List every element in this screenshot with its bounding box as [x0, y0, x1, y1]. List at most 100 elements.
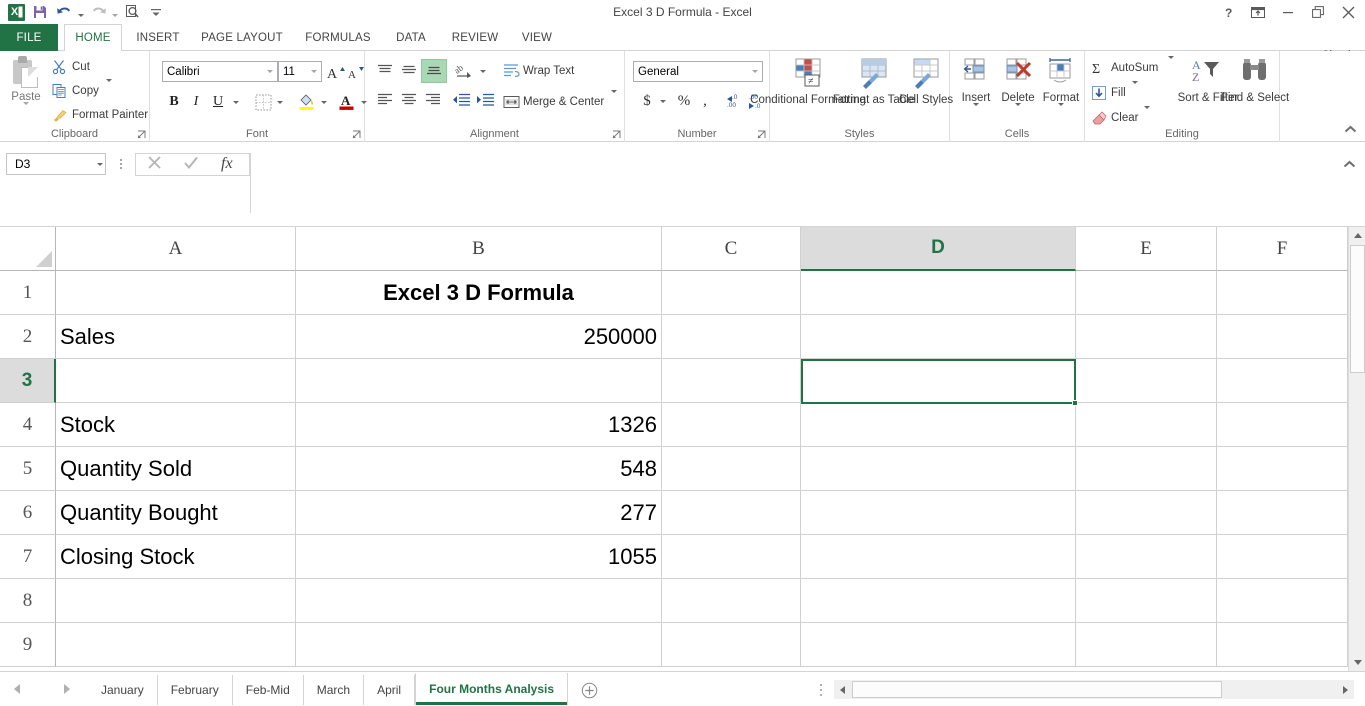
- cut-button[interactable]: Cut: [52, 57, 90, 77]
- cell-d7[interactable]: [801, 535, 1076, 579]
- fill-button[interactable]: Fill: [1091, 83, 1138, 103]
- ribbon-display-options-icon[interactable]: [1243, 1, 1273, 23]
- row-header-4[interactable]: 4: [0, 403, 56, 447]
- cell-d8[interactable]: [801, 579, 1076, 623]
- column-header-b[interactable]: B: [296, 227, 662, 271]
- formula-input[interactable]: [250, 153, 1363, 213]
- name-box[interactable]: D3: [6, 153, 106, 175]
- horizontal-scrollbar[interactable]: [834, 680, 1354, 699]
- cell-f5[interactable]: [1217, 447, 1348, 491]
- cell-c1[interactable]: [662, 271, 801, 315]
- fill-color-dropdown-icon[interactable]: [318, 95, 330, 109]
- confirm-icon[interactable]: [182, 154, 200, 176]
- customize-quick-access-toolbar-icon[interactable]: [144, 1, 168, 23]
- row-header-6[interactable]: 6: [0, 491, 56, 535]
- find-select-button[interactable]: Find & Select: [1231, 57, 1279, 105]
- column-header-a[interactable]: A: [56, 227, 296, 271]
- column-header-c[interactable]: C: [662, 227, 801, 271]
- cell-c5[interactable]: [662, 447, 801, 491]
- row-header-3[interactable]: 3: [0, 359, 56, 403]
- ribbon-tab-file[interactable]: FILE: [0, 24, 58, 51]
- currency-dropdown-icon[interactable]: [657, 94, 669, 108]
- horizontal-scroll-thumb[interactable]: [852, 681, 1222, 698]
- ribbon-tab-page-layout[interactable]: PAGE LAYOUT: [194, 24, 290, 51]
- sheet-tab-march[interactable]: March: [304, 675, 364, 705]
- cell-e9[interactable]: [1076, 623, 1217, 667]
- row-header-2[interactable]: 2: [0, 315, 56, 359]
- save-icon[interactable]: [28, 1, 52, 23]
- fill-color-button[interactable]: [296, 89, 318, 113]
- cell-c7[interactable]: [662, 535, 801, 579]
- insert-function-icon[interactable]: fx: [219, 153, 239, 177]
- print-preview-icon[interactable]: [120, 1, 144, 23]
- scroll-down-button[interactable]: [1349, 654, 1365, 671]
- autosum-button[interactable]: Σ AutoSum: [1091, 58, 1174, 78]
- scroll-right-button[interactable]: [1337, 680, 1354, 699]
- cell-a8[interactable]: [56, 579, 296, 623]
- sheet-tab-feb-mid[interactable]: Feb-Mid: [233, 675, 304, 705]
- cell-c8[interactable]: [662, 579, 801, 623]
- delete-cells-button[interactable]: Delete: [998, 57, 1038, 124]
- scroll-left-button[interactable]: [834, 680, 851, 699]
- decrease-indent-button[interactable]: [449, 89, 473, 111]
- fill-handle[interactable]: [1072, 400, 1078, 406]
- cell-e1[interactable]: [1076, 271, 1217, 315]
- column-header-f[interactable]: F: [1217, 227, 1348, 271]
- collapse-ribbon-icon[interactable]: [1341, 121, 1359, 137]
- cell-a3[interactable]: [56, 359, 296, 403]
- help-icon[interactable]: ?: [1213, 1, 1243, 23]
- redo-dropdown-icon[interactable]: [110, 1, 120, 23]
- cell-b4[interactable]: 1326: [296, 403, 662, 447]
- cell-e2[interactable]: [1076, 315, 1217, 359]
- orientation-button[interactable]: ab: [453, 60, 477, 82]
- cell-f4[interactable]: [1217, 403, 1348, 447]
- clear-button[interactable]: Clear: [1091, 108, 1150, 128]
- format-as-table-button[interactable]: Format as Table: [846, 57, 902, 107]
- scroll-up-button[interactable]: [1349, 227, 1365, 244]
- font-size-input[interactable]: 11: [278, 61, 322, 82]
- cell-b7[interactable]: 1055: [296, 535, 662, 579]
- cell-c2[interactable]: [662, 315, 801, 359]
- name-box-dropdown-icon[interactable]: [97, 154, 103, 174]
- row-header-5[interactable]: 5: [0, 447, 56, 491]
- underline-dropdown-icon[interactable]: [230, 95, 242, 109]
- bold-button[interactable]: B: [164, 91, 184, 113]
- increase-font-size-button[interactable]: A: [326, 61, 346, 82]
- font-dialog-launcher-icon[interactable]: [352, 130, 361, 139]
- select-all-button[interactable]: [0, 227, 56, 271]
- decrease-font-size-button[interactable]: A: [346, 61, 366, 82]
- percent-style-button[interactable]: %: [673, 89, 695, 113]
- ribbon-tab-view[interactable]: VIEW: [514, 24, 560, 51]
- undo-icon[interactable]: [52, 1, 76, 23]
- font-size-dropdown-icon[interactable]: [306, 62, 321, 81]
- cell-e6[interactable]: [1076, 491, 1217, 535]
- cell-d4[interactable]: [801, 403, 1076, 447]
- cell-e5[interactable]: [1076, 447, 1217, 491]
- cell-a6[interactable]: Quantity Bought: [56, 491, 296, 535]
- cell-d9[interactable]: [801, 623, 1076, 667]
- cell-f9[interactable]: [1217, 623, 1348, 667]
- merge-center-button[interactable]: Merge & Center: [503, 92, 617, 112]
- cell-a4[interactable]: Stock: [56, 403, 296, 447]
- cell-b5[interactable]: 548: [296, 447, 662, 491]
- copy-button[interactable]: Copy: [52, 81, 112, 101]
- autosum-dropdown-icon[interactable]: [1168, 59, 1174, 77]
- cell-c9[interactable]: [662, 623, 801, 667]
- expand-formula-bar-icon[interactable]: [1335, 154, 1363, 174]
- sheet-tab-february[interactable]: February: [158, 675, 233, 705]
- orientation-dropdown-icon[interactable]: [477, 64, 489, 78]
- borders-button[interactable]: [252, 91, 274, 113]
- cell-f3[interactable]: [1217, 359, 1348, 403]
- cell-e4[interactable]: [1076, 403, 1217, 447]
- font-name-dropdown-icon[interactable]: [262, 62, 277, 81]
- paste-button[interactable]: Paste: [6, 54, 46, 126]
- cell-a5[interactable]: Quantity Sold: [56, 447, 296, 491]
- number-format-select[interactable]: General: [633, 61, 763, 82]
- ribbon-tab-review[interactable]: REVIEW: [444, 24, 506, 51]
- undo-dropdown-icon[interactable]: [76, 1, 86, 23]
- minimize-icon[interactable]: [1273, 1, 1303, 23]
- increase-decimal-button[interactable]: .0 .00: [723, 89, 747, 113]
- increase-indent-button[interactable]: [473, 89, 497, 111]
- cell-b2[interactable]: 250000: [296, 315, 662, 359]
- previous-sheet-icon[interactable]: [14, 681, 20, 699]
